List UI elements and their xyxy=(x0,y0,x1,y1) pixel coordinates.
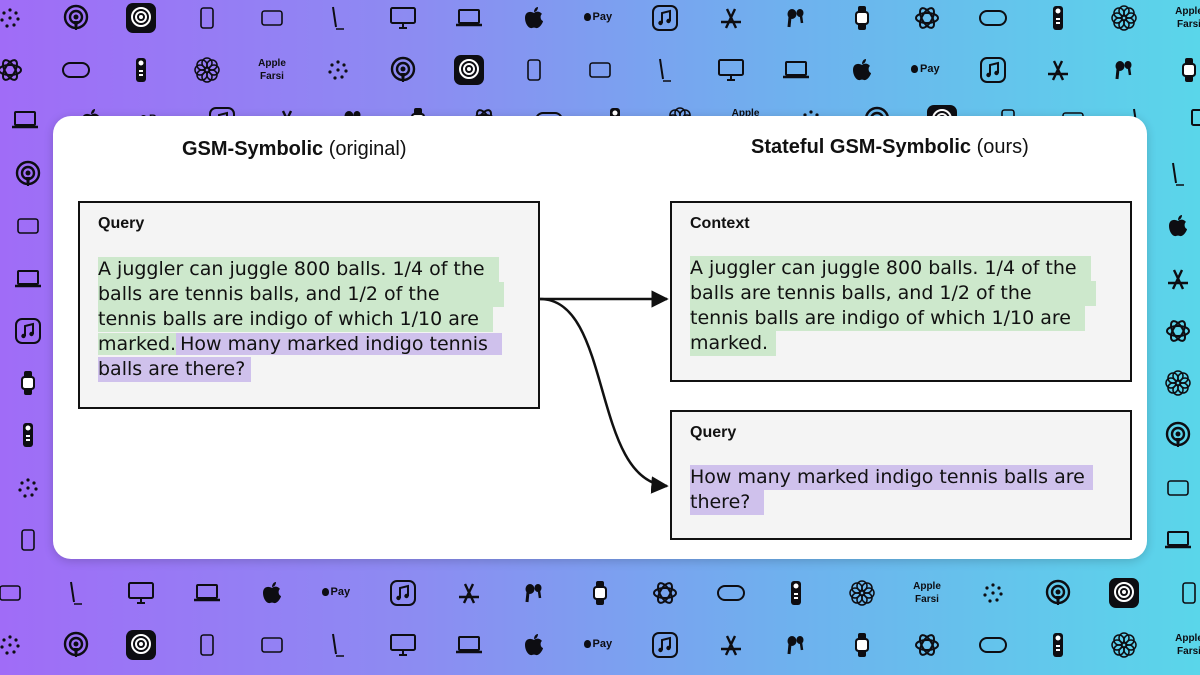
podcasts-icon xyxy=(1164,421,1192,449)
apple-logo-icon xyxy=(523,6,545,30)
ipad-icon xyxy=(588,62,611,78)
vision-pro-icon xyxy=(978,637,1007,653)
iphone-icon xyxy=(527,59,541,81)
rings-icon xyxy=(652,580,678,606)
apple-pay-icon: Pay xyxy=(911,64,940,75)
flower-icon xyxy=(848,579,876,607)
imac-icon xyxy=(1191,109,1200,131)
apple-watch-icon xyxy=(592,580,608,606)
iphone-icon xyxy=(199,634,214,656)
flower-icon xyxy=(1110,4,1138,32)
imac-icon xyxy=(128,582,154,604)
apple-farsi-wordmark: AppleFarsi xyxy=(913,581,941,605)
pencil-icon xyxy=(1170,161,1186,187)
apple-watch-icon xyxy=(20,370,36,396)
tv-remote-icon xyxy=(1052,5,1064,31)
ipad-icon xyxy=(0,585,21,601)
rings-icon xyxy=(914,5,940,31)
apple-pay-icon: Pay xyxy=(583,12,612,23)
pencil-icon xyxy=(330,632,346,658)
flower-icon xyxy=(1110,631,1138,659)
apple-farsi-wordmark: AppleFarsi xyxy=(1175,6,1200,30)
vision-pro-icon xyxy=(61,62,90,78)
diagram-card: GSM-Symbolic (original) Stateful GSM-Sym… xyxy=(53,116,1147,559)
app-store-icon xyxy=(1165,267,1191,291)
tv-remote-icon xyxy=(22,422,34,448)
ipad-icon xyxy=(1167,480,1189,496)
ring-dots-icon xyxy=(17,477,39,499)
apple-pay-icon: Pay xyxy=(583,639,612,650)
vision-pro-icon xyxy=(716,585,745,601)
iphone-icon xyxy=(199,7,214,29)
podcasts-icon xyxy=(14,160,42,188)
apple-pay-icon: Pay xyxy=(321,587,350,598)
apple-farsi-wordmark: AppleFarsi xyxy=(258,58,286,82)
macbook-icon xyxy=(455,635,483,655)
music-app-icon xyxy=(652,632,678,658)
imac-icon xyxy=(390,634,416,656)
rings-icon xyxy=(0,57,23,83)
podcasts-app-icon xyxy=(453,55,484,85)
airpods-icon xyxy=(1114,59,1134,81)
app-store-icon xyxy=(456,581,482,605)
apple-logo-icon xyxy=(1167,214,1189,238)
ring-dots-icon xyxy=(327,59,349,81)
podcasts-icon xyxy=(62,631,90,659)
apple-watch-icon xyxy=(854,5,870,31)
app-store-icon xyxy=(718,6,744,30)
music-app-icon xyxy=(652,5,678,31)
tv-remote-icon xyxy=(790,580,802,606)
macbook-icon xyxy=(782,60,810,80)
macbook-icon xyxy=(455,8,483,28)
apple-logo-icon xyxy=(261,581,283,605)
macbook-icon xyxy=(11,110,39,130)
apple-farsi-wordmark: AppleFarsi xyxy=(1175,633,1200,657)
flower-icon xyxy=(1164,369,1192,397)
rings-icon xyxy=(1165,318,1191,344)
airpods-icon xyxy=(786,7,806,29)
tv-remote-icon xyxy=(135,57,147,83)
tv-remote-icon xyxy=(1052,632,1064,658)
podcasts-app-icon xyxy=(126,630,156,660)
pencil-icon xyxy=(657,57,673,83)
app-store-icon xyxy=(718,633,744,657)
ipad-icon xyxy=(261,637,283,653)
podcasts-icon xyxy=(389,56,417,84)
apple-logo-icon xyxy=(523,633,545,657)
podcasts-app-icon xyxy=(1108,578,1139,608)
imac-icon xyxy=(390,7,416,29)
vision-pro-icon xyxy=(978,10,1007,26)
arrow-to-query xyxy=(539,297,669,494)
imac-icon xyxy=(717,59,744,81)
iphone-icon xyxy=(21,529,35,551)
macbook-icon xyxy=(1164,530,1192,550)
app-store-icon xyxy=(1045,58,1071,82)
podcasts-app-icon xyxy=(126,3,156,33)
ipad-icon xyxy=(17,218,39,234)
apple-watch-icon xyxy=(1181,57,1197,83)
iphone-icon xyxy=(1182,582,1196,604)
apple-logo-icon xyxy=(851,58,873,82)
ring-dots-icon xyxy=(0,7,21,29)
podcasts-icon xyxy=(1044,579,1072,607)
airpods-icon xyxy=(786,634,806,656)
ipad-icon xyxy=(261,10,283,26)
ring-dots-icon xyxy=(982,582,1004,604)
airpods-icon xyxy=(524,582,544,604)
music-app-icon xyxy=(979,57,1006,83)
macbook-icon xyxy=(14,269,42,289)
connector-arrows xyxy=(539,290,669,494)
rings-icon xyxy=(914,632,940,658)
music-app-icon xyxy=(390,580,416,606)
macbook-icon xyxy=(193,583,221,603)
podcasts-icon xyxy=(62,4,90,32)
pencil-icon xyxy=(68,580,84,606)
music-app-icon xyxy=(15,318,41,344)
pencil-icon xyxy=(330,5,346,31)
flower-icon xyxy=(193,56,221,84)
ring-dots-icon xyxy=(0,634,21,656)
apple-watch-icon xyxy=(854,632,870,658)
